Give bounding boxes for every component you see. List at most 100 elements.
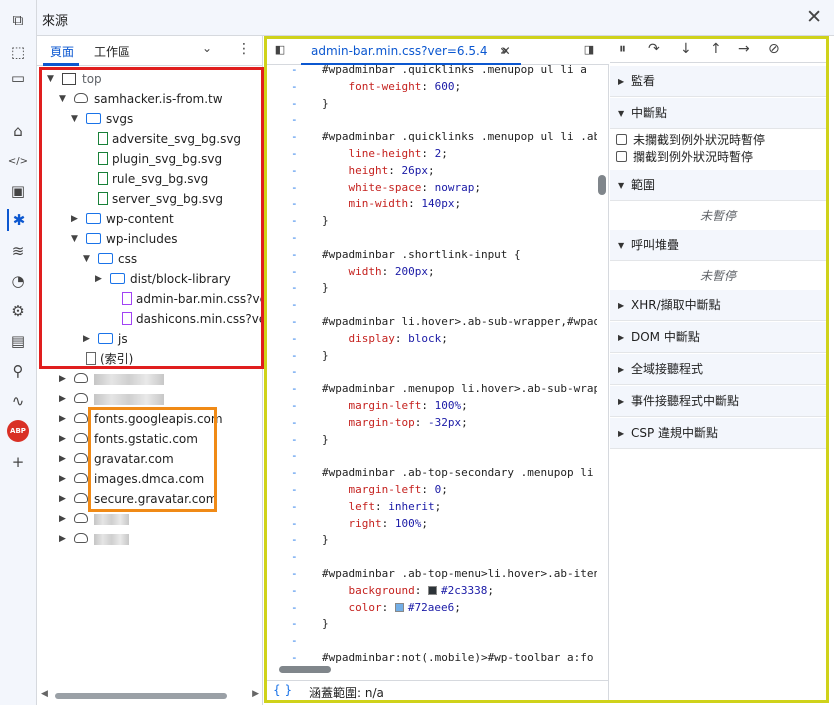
network-icon[interactable]: ≋ [7, 240, 29, 262]
debugger-section-header[interactable]: ▶ 全域接聽程式 [610, 354, 826, 385]
step-into-icon[interactable]: ↓ [680, 41, 692, 57]
tree-item[interactable]: ▼ css [37, 249, 263, 269]
debugger-section-header[interactable]: ▶ 事件接聽程式中斷點 [610, 386, 826, 417]
collapsed-arrow-icon[interactable]: ▶ [59, 489, 66, 509]
step-icon[interactable]: → [738, 41, 750, 57]
pretty-print-icon[interactable]: { } [273, 683, 292, 697]
horizontal-scrollbar[interactable]: ◀ ▶ [41, 689, 259, 701]
collapsed-arrow-icon[interactable]: ▶ [95, 269, 102, 289]
code-lines[interactable]: - #wpadminbar .quicklinks .menupop ul li … [267, 65, 597, 663]
scrollbar-thumb[interactable] [598, 175, 606, 195]
pause-icon[interactable]: ⏸ [619, 41, 626, 57]
tree-item[interactable]: ▼ top [37, 69, 263, 89]
tree-item[interactable]: ▶ fonts.googleapis.com [37, 409, 263, 429]
expanded-arrow-icon[interactable]: ▼ [47, 69, 54, 89]
collapsed-arrow-icon[interactable]: ▶ [59, 529, 66, 549]
pause-exception-checkbox[interactable]: 攔截到例外狀況時暫停 [616, 149, 753, 165]
tree-item[interactable]: ▶ fonts.gstatic.com [37, 429, 263, 449]
tree-item[interactable]: adversite_svg_bg.svg [37, 129, 263, 149]
toggle-debugger-icon[interactable]: ◨ [580, 43, 598, 59]
scroll-right-icon[interactable]: ▶ [252, 689, 259, 699]
tree-item[interactable]: ▶ secure.gravatar.com [37, 489, 263, 509]
toggle-navigator-icon[interactable]: ◧ [271, 43, 289, 59]
device-toolbar-icon[interactable]: ⧉ [7, 9, 29, 31]
collapsed-arrow-icon[interactable]: ▶ [59, 469, 66, 489]
collapsed-arrow-icon[interactable]: ▶ [59, 389, 66, 409]
collapsed-arrow-icon[interactable]: ▶ [59, 429, 66, 449]
debugger-section-header[interactable]: ▶ CSP 違規中斷點 [610, 418, 826, 449]
collapsed-arrow-icon[interactable]: ▶ [59, 369, 66, 389]
collapsed-arrow-icon[interactable]: ▶ [59, 509, 66, 529]
collapsed-arrow-icon[interactable]: ▶ [59, 449, 66, 469]
debugger-section-header[interactable]: ▼ 範圍 [610, 170, 826, 201]
color-swatch[interactable] [394, 603, 404, 613]
debugger-section-header[interactable]: ▼ 中斷點 [610, 98, 826, 129]
collapsed-arrow-icon[interactable]: ▶ [71, 209, 78, 229]
tree-item[interactable]: ▼ svgs [37, 109, 263, 129]
tree-item[interactable]: rule_svg_bg.svg [37, 169, 263, 189]
tab-workspace[interactable]: 工作區 [94, 43, 130, 60]
dock-icon[interactable]: ▭ [7, 67, 29, 89]
abp-icon[interactable]: ABP [7, 420, 29, 442]
collapsed-arrow-icon[interactable]: ▶ [83, 329, 90, 349]
pause-exception-checkbox[interactable]: 未攔截到例外狀況時暫停 [616, 132, 765, 148]
tree-item[interactable]: ▶ [37, 369, 263, 389]
plus-icon[interactable]: + [7, 451, 29, 473]
expanded-arrow-icon[interactable]: ▼ [618, 230, 624, 261]
settings-icon[interactable]: ⚙ [7, 300, 29, 322]
collapsed-arrow-icon[interactable]: ▶ [618, 418, 624, 449]
application-icon[interactable]: ▤ [7, 330, 29, 352]
debugger-section-header[interactable]: ▶ 監看 [610, 66, 826, 97]
scrollbar-thumb[interactable] [55, 693, 227, 699]
inspect-icon[interactable]: ⬚ [7, 41, 29, 63]
tree-item[interactable]: ▶ wp-content [37, 209, 263, 229]
collapsed-arrow-icon[interactable]: ▶ [618, 386, 624, 417]
tree-item[interactable]: ▼ wp-includes [37, 229, 263, 249]
scrollbar-thumb[interactable] [279, 666, 331, 673]
chevron-down-icon[interactable]: ⌄ [202, 41, 212, 55]
checkbox-box[interactable] [616, 134, 627, 145]
close-icon[interactable]: ✕ [806, 6, 822, 28]
vertical-scrollbar[interactable] [597, 65, 609, 663]
collapsed-arrow-icon[interactable]: ▶ [618, 354, 624, 385]
tree-item[interactable]: server_svg_bg.svg [37, 189, 263, 209]
lighthouse-icon[interactable]: ⚲ [7, 360, 29, 382]
performance-icon[interactable]: ◔ [7, 270, 29, 292]
color-swatch[interactable] [427, 586, 437, 596]
tree-item[interactable]: ▶ dist/block-library [37, 269, 263, 289]
tree-item[interactable]: ▶ [37, 509, 263, 529]
checkbox-box[interactable] [616, 151, 627, 162]
step-over-icon[interactable]: ↷ [648, 41, 660, 57]
scroll-left-icon[interactable]: ◀ [41, 689, 48, 699]
deactivate-breakpoints-icon[interactable]: ⊘ [768, 41, 780, 57]
tree-item[interactable]: ▶ [37, 389, 263, 409]
tree-item[interactable]: dashicons.min.css?ver=6.5.4 [37, 309, 263, 329]
collapsed-arrow-icon[interactable]: ▶ [618, 290, 624, 321]
more-options-icon[interactable]: ⋮ [237, 41, 251, 57]
tab-page[interactable]: 頁面 [50, 43, 74, 60]
editor-horizontal-scrollbar[interactable] [267, 663, 609, 675]
expanded-arrow-icon[interactable]: ▼ [71, 229, 78, 249]
tree-item[interactable]: (索引) [37, 349, 263, 369]
expanded-arrow-icon[interactable]: ▼ [83, 249, 90, 269]
code-icon[interactable]: </> [7, 150, 29, 172]
tree-item[interactable]: ▶ images.dmca.com [37, 469, 263, 489]
bug-icon[interactable]: ✱ [7, 209, 29, 231]
tree-item[interactable]: ▼ samhacker.is-from.tw [37, 89, 263, 109]
tree-item[interactable]: ▶ [37, 529, 263, 549]
collapsed-arrow-icon[interactable]: ▶ [618, 322, 624, 353]
tree-item[interactable]: ▶ gravatar.com [37, 449, 263, 469]
expanded-arrow-icon[interactable]: ▼ [618, 98, 624, 129]
home-icon[interactable]: ⌂ [7, 120, 29, 142]
more-tabs-icon[interactable]: » [495, 43, 513, 59]
tree-item[interactable]: plugin_svg_bg.svg [37, 149, 263, 169]
tree-item[interactable]: admin-bar.min.css?ver=6.5.4 [37, 289, 263, 309]
debugger-section-header[interactable]: ▶ DOM 中斷點 [610, 322, 826, 353]
collapsed-arrow-icon[interactable]: ▶ [59, 409, 66, 429]
expanded-arrow-icon[interactable]: ▼ [71, 109, 78, 129]
recorder-icon[interactable]: ∿ [7, 390, 29, 412]
debugger-section-header[interactable]: ▼ 呼叫堆疊 [610, 230, 826, 261]
editor-tab[interactable]: admin-bar.min.css?ver=6.5.4 ✕ [301, 39, 521, 65]
debugger-section-header[interactable]: ▶ XHR/擷取中斷點 [610, 290, 826, 321]
expanded-arrow-icon[interactable]: ▼ [618, 170, 624, 201]
